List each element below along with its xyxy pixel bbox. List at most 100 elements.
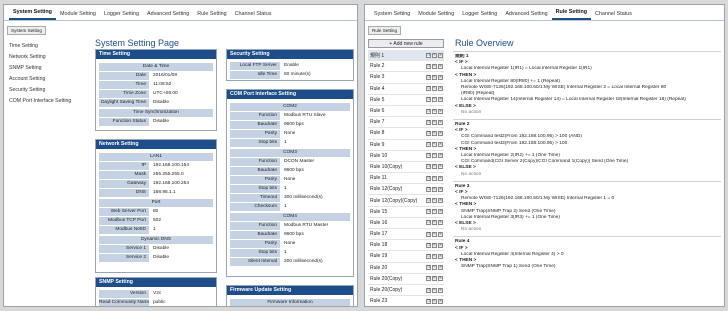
rule-list-item[interactable]: Rule 20(Copy) ❐ ✎ ✕ [368,285,444,297]
edit-icon[interactable]: ✎ [432,209,437,215]
tab-rule-setting[interactable]: Rule Setting [193,11,230,20]
rule-block[interactable]: Rule 3 < IF > Remote WISE-7126(192.168.100… [453,180,721,237]
rule-list-item[interactable]: Rule 5 ❐ ✎ ✕ [368,95,444,106]
delete-icon[interactable]: ✕ [438,74,443,80]
edit-icon[interactable]: ✎ [432,52,437,58]
edit-icon[interactable]: ✎ [432,265,437,271]
edit-icon[interactable]: ✎ [432,108,437,114]
breadcrumb[interactable]: Rule Setting [368,26,402,35]
rule-list-item[interactable]: Rule 18 ❐ ✎ ✕ [368,240,444,252]
copy-icon[interactable]: ❐ [426,175,431,181]
snmp-setting-header[interactable]: SNMP Setting [96,278,216,287]
copy-icon[interactable]: ❐ [426,164,431,170]
delete-icon[interactable]: ✕ [438,209,443,215]
rule-list-item[interactable]: Rule 4 ❐ ✎ ✕ [368,84,444,95]
edit-icon[interactable]: ✎ [432,175,437,181]
copy-icon[interactable]: ❐ [426,130,431,136]
copy-icon[interactable]: ❐ [426,74,431,80]
sidebar-item-account-setting[interactable]: Account Setting [7,74,85,85]
rule-list-item[interactable]: Rule 3 ❐ ✎ ✕ [368,72,444,84]
add-new-rule-button[interactable]: + Add new rule [368,39,444,48]
copy-icon[interactable]: ❐ [426,220,431,226]
delete-icon[interactable]: ✕ [438,119,443,125]
edit-icon[interactable]: ✎ [432,298,437,304]
copy-icon[interactable]: ❐ [426,265,431,271]
copy-icon[interactable]: ❐ [426,153,431,159]
rule-block[interactable]: 規則 1 < IF > Local Internal Register 1(IR1)… [453,51,721,119]
copy-icon[interactable]: ❐ [426,186,431,192]
rule-list-item[interactable]: Rule 8 ❐ ✎ ✕ [368,128,444,140]
edit-icon[interactable]: ✎ [432,63,437,69]
rule-list-item[interactable]: Rule 16 ❐ ✎ ✕ [368,218,444,229]
edit-icon[interactable]: ✎ [432,231,437,237]
delete-icon[interactable]: ✕ [438,198,443,204]
copy-icon[interactable]: ❐ [426,242,431,248]
tab-advanced-setting[interactable]: Advanced Setting [501,11,551,20]
rule-list-item[interactable]: Rule 6 ❐ ✎ ✕ [368,106,444,118]
edit-icon[interactable]: ✎ [432,86,437,92]
rule-list-item[interactable]: Rule 15 ❐ ✎ ✕ [368,207,444,218]
tab-module-setting[interactable]: Module Setting [414,11,458,20]
rule-block[interactable]: Rule 2 < IF > CGI Command test2(From 192.1… [453,119,721,181]
sidebar-item-com-port-setting[interactable]: COM Port Interface Setting [7,96,85,107]
delete-icon[interactable]: ✕ [438,153,443,159]
edit-icon[interactable]: ✎ [432,142,437,148]
delete-icon[interactable]: ✕ [438,52,443,58]
copy-icon[interactable]: ❐ [426,276,431,282]
copy-icon[interactable]: ❐ [426,97,431,103]
edit-icon[interactable]: ✎ [432,119,437,125]
rule-list-item[interactable]: Rule 12(Copy)(Copy) ❐ ✎ ✕ [368,195,444,207]
delete-icon[interactable]: ✕ [438,265,443,271]
edit-icon[interactable]: ✎ [432,276,437,282]
rule-list-item[interactable]: Rule 12(Copy) ❐ ✎ ✕ [368,184,444,196]
rule-list-item[interactable]: Rule 17 ❐ ✎ ✕ [368,229,444,241]
rule-list-item[interactable]: Rule 2 ❐ ✎ ✕ [368,61,444,73]
edit-icon[interactable]: ✎ [432,97,437,103]
rule-list-item[interactable]: Rule 19 ❐ ✎ ✕ [368,251,444,263]
copy-icon[interactable]: ❐ [426,253,431,259]
copy-icon[interactable]: ❐ [426,142,431,148]
edit-icon[interactable]: ✎ [432,253,437,259]
delete-icon[interactable]: ✕ [438,276,443,282]
delete-icon[interactable]: ✕ [438,130,443,136]
tab-module-setting[interactable]: Module Setting [56,11,100,20]
delete-icon[interactable]: ✕ [438,253,443,259]
rule-list-item[interactable]: Rule 7 ❐ ✎ ✕ [368,117,444,129]
delete-icon[interactable]: ✕ [438,175,443,181]
time-setting-header[interactable]: Time Setting [96,50,216,59]
delete-icon[interactable]: ✕ [438,86,443,92]
tab-logger-setting[interactable]: Logger Setting [458,11,501,20]
copy-icon[interactable]: ❐ [426,209,431,215]
sidebar-item-snmp-setting[interactable]: SNMP Setting [7,63,85,74]
tab-logger-setting[interactable]: Logger Setting [100,11,143,20]
sidebar-item-security-setting[interactable]: Security Setting [7,85,85,96]
com-port-setting-header[interactable]: COM Port Interface Setting [227,90,353,99]
copy-icon[interactable]: ❐ [426,231,431,237]
copy-icon[interactable]: ❐ [426,52,431,58]
edit-icon[interactable]: ✎ [432,153,437,159]
copy-icon[interactable]: ❐ [426,198,431,204]
copy-icon[interactable]: ❐ [426,298,431,304]
tab-rule-setting[interactable]: Rule Setting [551,9,592,20]
delete-icon[interactable]: ✕ [438,97,443,103]
delete-icon[interactable]: ✕ [438,242,443,248]
tab-channel-status[interactable]: Channel Status [231,11,276,20]
sidebar-item-network-setting[interactable]: Network Setting [7,52,85,63]
rule-list-item[interactable]: Rule 20 ❐ ✎ ✕ [368,263,444,274]
tab-system-setting[interactable]: System Setting [370,11,414,20]
delete-icon[interactable]: ✕ [438,298,443,304]
rule-list-item[interactable]: Rule 23 ❐ ✎ ✕ [368,296,444,306]
security-setting-header[interactable]: Security Setting [227,50,353,59]
rule-list-item[interactable]: Rule 9 ❐ ✎ ✕ [368,140,444,151]
edit-icon[interactable]: ✎ [432,198,437,204]
rule-list-item[interactable]: 規則 1 ❐ ✎ ✕ [368,50,444,62]
tab-channel-status[interactable]: Channel Status [591,11,636,20]
delete-icon[interactable]: ✕ [438,287,443,293]
delete-icon[interactable]: ✕ [438,220,443,226]
rule-block[interactable]: Rule 4 < IF > Local Internal Register 4(In… [453,236,721,273]
delete-icon[interactable]: ✕ [438,231,443,237]
edit-icon[interactable]: ✎ [432,186,437,192]
delete-icon[interactable]: ✕ [438,186,443,192]
edit-icon[interactable]: ✎ [432,130,437,136]
tab-system-setting[interactable]: System Setting [9,9,56,20]
